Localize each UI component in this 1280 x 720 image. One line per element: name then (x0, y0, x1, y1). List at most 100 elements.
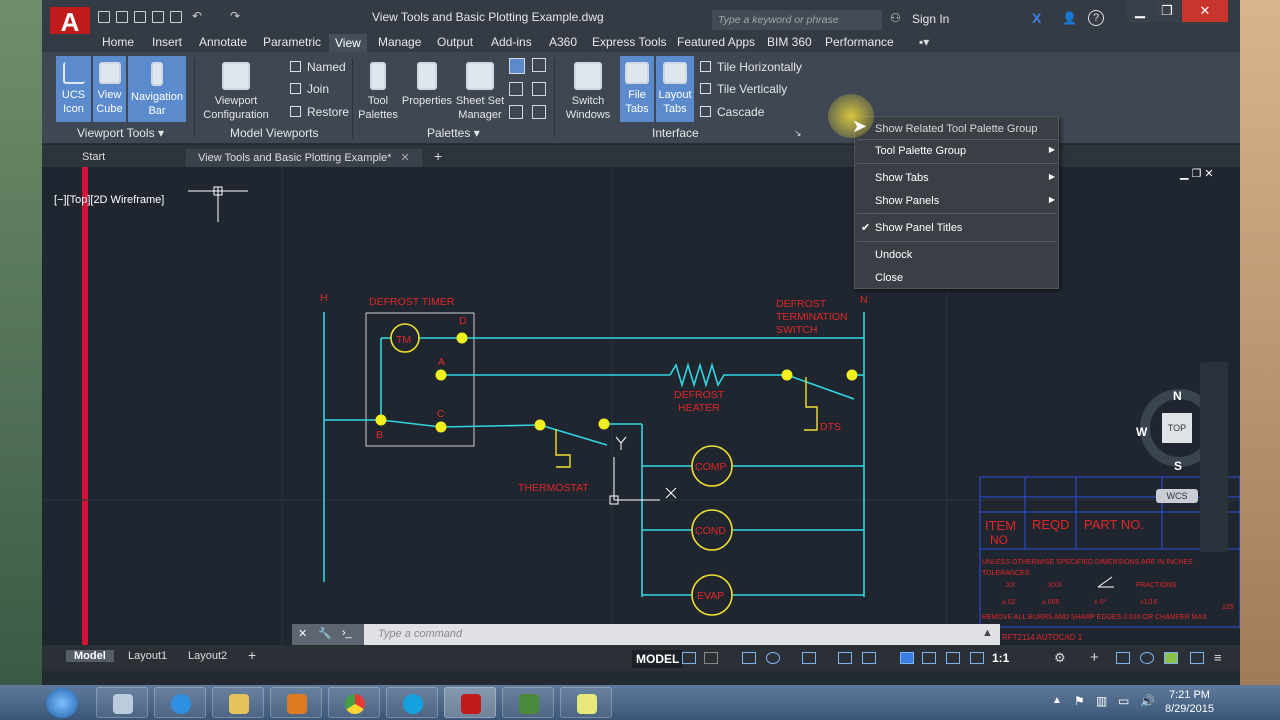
command-line[interactable]: ✕ 🔧 ›_ Type a command ▲ (292, 624, 1000, 645)
new-tab-icon[interactable]: + (422, 146, 454, 164)
open-icon[interactable] (116, 11, 128, 23)
menu-item-show-panel-titles[interactable]: Show Panel Titles (875, 222, 1055, 234)
redo-icon[interactable]: ↷ (230, 9, 242, 23)
taskbar-autocad[interactable] (444, 687, 496, 718)
wrench-icon[interactable]: 🔧 (318, 627, 332, 640)
isolate-objects-icon[interactable] (1140, 652, 1154, 664)
tab-start[interactable]: Start (70, 149, 117, 167)
show-hidden-icons-icon[interactable]: ▲ (1052, 695, 1062, 706)
compass-west[interactable]: W (1136, 425, 1147, 439)
interface-launcher-icon[interactable]: ↘ (794, 128, 802, 139)
named-viewports-button[interactable]: Named (290, 60, 346, 74)
tab-parametric[interactable]: Parametric (263, 35, 321, 49)
tray-flag-icon[interactable]: ⚑ (1074, 694, 1085, 708)
switch-windows-button[interactable]: Switch Windows (560, 56, 616, 122)
tab-home[interactable]: Home (102, 35, 134, 49)
palette-small-icon-5[interactable] (509, 105, 523, 119)
close-command-icon[interactable]: ✕ (298, 627, 307, 640)
restore-viewports-button[interactable]: Restore (290, 105, 349, 119)
palette-small-icon-2[interactable] (532, 58, 546, 72)
taskbar-camtasia[interactable] (502, 687, 554, 718)
osnap-icon[interactable] (802, 652, 816, 664)
sign-in-button[interactable]: Sign In (912, 12, 949, 26)
undo-icon[interactable]: ↶ (192, 9, 204, 23)
sheet-set-manager-button[interactable]: Sheet Set Manager (454, 56, 506, 122)
selection-cycling-icon[interactable] (900, 652, 914, 664)
menu-item-undock[interactable]: Undock (875, 249, 1055, 261)
command-input[interactable]: Type a command (378, 628, 462, 640)
3d-osnap-icon[interactable] (922, 652, 936, 664)
navigation-bar-button[interactable]: Navigation Bar (128, 56, 186, 122)
snap-icon[interactable] (704, 652, 718, 664)
tab-view[interactable]: View (329, 34, 367, 52)
account-icon[interactable]: 👤 (1062, 11, 1077, 25)
application-menu-button[interactable]: A (50, 7, 90, 37)
add-layout-icon[interactable]: + (248, 647, 256, 663)
panel-title-palettes[interactable]: Palettes ▾ (427, 126, 480, 140)
start-button[interactable] (46, 688, 78, 718)
tab-featured-apps[interactable]: Featured Apps (677, 35, 755, 49)
view-cube-top-face[interactable]: TOP (1162, 413, 1192, 443)
new-icon[interactable] (98, 11, 110, 23)
view-cube-button[interactable]: View Cube (93, 56, 126, 122)
file-tabs-button[interactable]: File Tabs (620, 56, 654, 122)
tab-insert[interactable]: Insert (152, 35, 182, 49)
lineweight-icon[interactable] (838, 652, 852, 664)
tab-model[interactable]: Model (66, 650, 114, 662)
tray-battery-icon[interactable]: ▭ (1118, 694, 1129, 708)
help-button[interactable]: ? (1088, 10, 1104, 26)
tab-layout2[interactable]: Layout2 (188, 650, 227, 662)
save-icon[interactable] (134, 11, 146, 23)
tab-annotate[interactable]: Annotate (199, 35, 247, 49)
minimize-button[interactable]: ▁ (1127, 0, 1153, 22)
tab-performance[interactable]: Performance (825, 35, 894, 49)
auto-scale-icon[interactable] (970, 652, 984, 664)
palette-small-icon-3[interactable] (509, 82, 523, 96)
ucs-icon-button[interactable]: UCS Icon (56, 56, 91, 122)
annotation-monitor-icon[interactable]: + (1090, 649, 1099, 666)
tab-layout1[interactable]: Layout1 (128, 650, 167, 662)
taskbar-internet-explorer[interactable] (154, 687, 206, 718)
binoculars-icon[interactable]: ⚇ (890, 11, 901, 25)
properties-button[interactable]: Properties (400, 56, 454, 122)
customization-icon[interactable]: ≡ (1214, 650, 1222, 665)
annotation-visibility-icon[interactable] (946, 652, 960, 664)
taskbar-skype[interactable] (386, 687, 438, 718)
wcs-menu[interactable]: WCS (1156, 489, 1198, 503)
command-prompt-icon[interactable]: ›_ (342, 627, 352, 639)
tile-horizontally-button[interactable]: Tile Horizontally (700, 60, 802, 74)
tab-express-tools[interactable]: Express Tools (592, 35, 666, 49)
menu-item-tool-palette-group[interactable]: Tool Palette Group ▶ (875, 145, 1055, 157)
taskbar-app-finder[interactable] (96, 687, 148, 718)
hardware-acceleration-icon[interactable] (1164, 652, 1178, 664)
menu-item-close[interactable]: Close (875, 272, 1055, 284)
save-as-icon[interactable] (152, 11, 164, 23)
taskbar-file-explorer[interactable] (212, 687, 264, 718)
taskbar-sticky-notes[interactable] (560, 687, 612, 718)
tab-current-drawing[interactable]: View Tools and Basic Plotting Example* ✕ (186, 149, 422, 167)
polar-icon[interactable] (766, 652, 780, 664)
search-input[interactable]: Type a keyword or phrase (712, 10, 882, 30)
compass-north[interactable]: N (1173, 389, 1182, 403)
tab-bim-360[interactable]: BIM 360 (767, 35, 812, 49)
clean-screen-icon[interactable] (1190, 652, 1204, 664)
palette-small-icon-1[interactable] (509, 58, 525, 74)
ortho-icon[interactable] (742, 652, 756, 664)
units-icon[interactable] (1116, 652, 1130, 664)
cascade-button[interactable]: Cascade (700, 105, 764, 119)
compass-south[interactable]: S (1174, 459, 1182, 473)
tab-add-ins[interactable]: Add-ins (491, 35, 532, 49)
navigation-bar[interactable] (1200, 362, 1228, 552)
workspace-gear-icon[interactable]: ⚙ (1054, 650, 1066, 666)
taskbar-chrome[interactable] (328, 687, 380, 718)
layout-tabs-button[interactable]: Layout Tabs (656, 56, 694, 122)
tab-a360[interactable]: A360 (549, 35, 577, 49)
transparency-icon[interactable] (862, 652, 876, 664)
system-clock[interactable]: 7:21 PM 8/29/2015 (1165, 688, 1214, 716)
menu-item-show-related-tool-palette-group[interactable]: Show Related Tool Palette Group (875, 123, 1055, 135)
command-history-icon[interactable]: ▲ (982, 627, 993, 639)
maximize-button[interactable]: ❐ (1154, 0, 1180, 22)
ribbon-options-icon[interactable]: ▪▾ (919, 35, 929, 49)
grid-icon[interactable] (682, 652, 696, 664)
tab-manage[interactable]: Manage (378, 35, 421, 49)
